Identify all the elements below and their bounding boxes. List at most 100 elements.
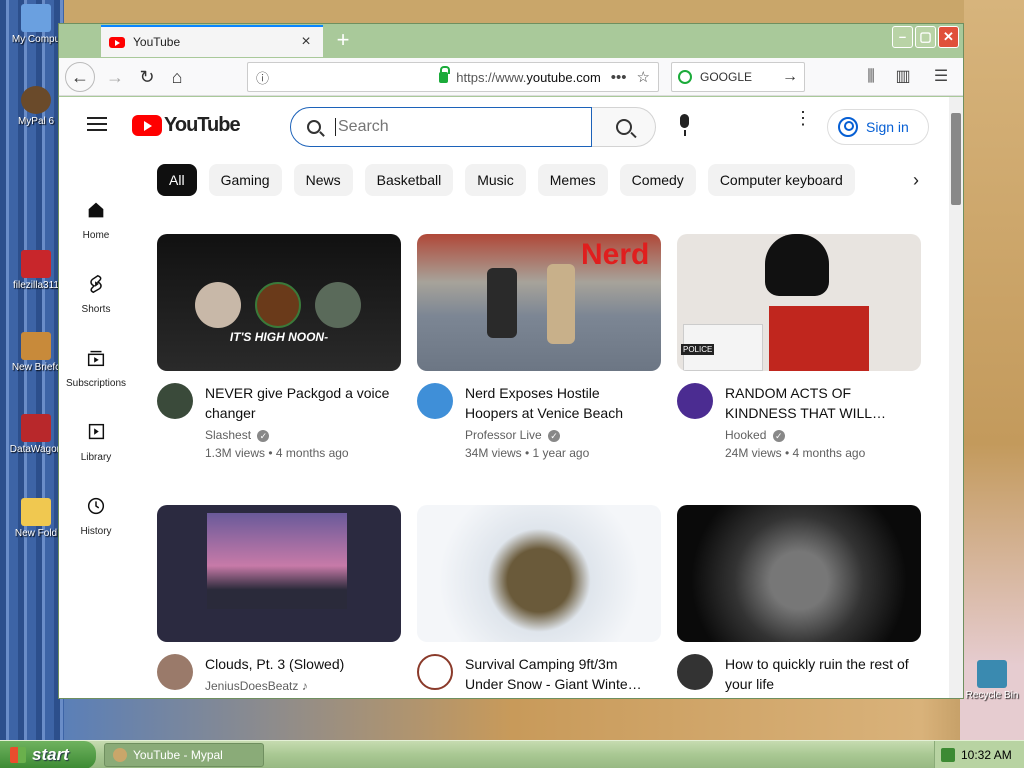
channel-name[interactable]: Professor Live ✓ [465,428,655,442]
video-title[interactable]: NEVER give Packgod a voice changer [205,383,395,423]
taskbar-item-youtube-mypal[interactable]: YouTube - Mypal [104,743,264,767]
maximize-button[interactable]: ▢ [915,26,936,48]
thumbnail-window-view [207,513,347,609]
channel-avatar[interactable] [417,654,453,690]
tab-close-icon[interactable]: × [297,33,315,51]
chip-music[interactable]: Music [465,164,526,196]
sign-in-button[interactable]: Sign in [827,109,929,145]
system-tray: 10:32 AM [934,741,1024,768]
shorts-icon [90,274,102,294]
video-title[interactable]: RANDOM ACTS OF KINDNESS THAT WILL… [725,383,915,423]
video-meta: Nerd Exposes Hostile Hoopers at Venice B… [417,383,661,460]
youtube-logo[interactable]: YouTube [132,114,241,137]
video-thumbnail[interactable]: Nerd [417,234,661,371]
close-button[interactable]: ✕ [938,26,959,48]
bookmark-star-icon[interactable]: ☆ [637,68,650,86]
video-info: RANDOM ACTS OF KINDNESS THAT WILL… Hooke… [725,383,915,460]
channel-avatar[interactable] [677,654,713,690]
site-info-icon[interactable]: ⓘ [256,68,431,87]
search-engine-label: GOOGLE [700,70,753,84]
youtube-favicon-icon [109,36,125,48]
reload-button[interactable]: ↻ [133,63,161,91]
video-card[interactable]: POLICE RANDOM ACTS OF KINDNESS THAT WILL… [677,234,921,460]
chip-computer-keyboard[interactable]: Computer keyboard [707,164,855,196]
video-meta: Survival Camping 9ft/3m Under Snow - Gia… [417,654,661,694]
page-actions-icon[interactable]: ••• [611,69,627,86]
home-button[interactable]: ⌂ [163,63,191,91]
search-icon [307,120,321,134]
video-title[interactable]: Survival Camping 9ft/3m Under Snow - Gia… [465,654,655,694]
clock[interactable]: 10:32 AM [961,748,1012,762]
music-note-icon: ♪ [301,679,308,693]
back-button[interactable]: ← [65,62,95,92]
mypal-icon [113,748,127,762]
channel-name[interactable]: JeniusDoesBeatz ♪ [205,679,395,693]
folder-icon [21,498,51,526]
microphone-icon[interactable] [673,113,697,137]
windows-flag-icon [10,747,26,763]
guide-menu-icon[interactable] [87,117,107,131]
desktop-icon-recycle-bin[interactable]: Recycle Bin [960,660,1024,701]
minimize-button[interactable]: – [892,26,913,48]
page-scrollbar[interactable] [949,97,963,698]
channel-avatar[interactable] [157,383,193,419]
video-thumbnail[interactable] [157,505,401,642]
start-button[interactable]: start [0,741,96,768]
rail-item-home[interactable]: Home [59,199,133,241]
video-card[interactable]: Survival Camping 9ft/3m Under Snow - Gia… [417,505,661,694]
scrollbar-thumb[interactable] [951,113,961,205]
video-stats: 34M views • 1 year ago [465,446,590,460]
rail-item-history[interactable]: History [59,495,133,537]
subscriptions-icon [87,350,105,367]
video-thumbnail[interactable] [677,505,921,642]
search-input[interactable] [335,118,565,136]
chip-gaming[interactable]: Gaming [208,164,282,196]
video-card[interactable]: How to quickly ruin the rest of your lif… [677,505,921,694]
video-thumbnail[interactable]: IT'S HIGH NOON- [157,234,401,371]
video-thumbnail[interactable] [417,505,661,642]
video-title[interactable]: Clouds, Pt. 3 (Slowed) [205,654,395,674]
thumbnail-face [315,282,361,328]
library-icon [88,423,105,440]
rail-item-subscriptions[interactable]: Subscriptions [59,347,133,389]
youtube-search-field[interactable] [290,107,592,147]
chip-all[interactable]: All [157,164,197,196]
chip-comedy[interactable]: Comedy [619,164,696,196]
address-bar[interactable]: ⓘ https://www.youtube.com ••• ☆ [247,62,659,92]
channel-name[interactable]: Hooked ✓ [725,428,915,442]
tab-title: YouTube [133,35,181,49]
channel-avatar[interactable] [677,383,713,419]
video-thumbnail[interactable]: POLICE [677,234,921,371]
chip-memes[interactable]: Memes [537,164,608,196]
video-title[interactable]: Nerd Exposes Hostile Hoopers at Venice B… [465,383,655,423]
library-icon[interactable]: ⫼ [857,63,885,91]
thumbnail-face [195,282,241,328]
desktop-icon-label: New Briefc [11,362,61,373]
chip-news[interactable]: News [293,164,353,196]
channel-avatar[interactable] [157,654,193,690]
navigation-toolbar: ← → ↻ ⌂ ⓘ https://www.youtube.com ••• ☆ … [59,58,963,96]
chip-basketball[interactable]: Basketball [364,164,454,196]
tray-status-icon[interactable] [941,748,955,762]
channel-avatar[interactable] [417,383,453,419]
desktop-icon-label: MyPal 6 [17,116,55,127]
more-options-icon[interactable]: ⋮ [794,109,812,135]
rail-item-shorts[interactable]: Shorts [59,273,133,315]
sidebar-icon[interactable]: ▥ [889,63,917,91]
hamburger-menu-icon[interactable]: ☰ [927,63,955,91]
rail-label: Shorts [81,304,111,315]
video-card[interactable]: Clouds, Pt. 3 (Slowed) JeniusDoesBeatz ♪ [157,505,401,693]
rail-item-library[interactable]: Library [59,421,133,463]
tab-youtube[interactable]: YouTube × [101,25,323,57]
video-title[interactable]: How to quickly ruin the rest of your lif… [725,654,915,694]
browser-search-box[interactable]: GOOGLE → [671,62,805,92]
search-go-icon[interactable]: → [782,68,798,86]
channel-name[interactable]: Slashest ✓ [205,428,395,442]
search-button[interactable] [592,107,656,147]
account-icon [838,117,858,137]
forward-button[interactable]: → [101,63,129,91]
video-card[interactable]: IT'S HIGH NOON- NEVER give Packgod a voi… [157,234,401,460]
video-card[interactable]: Nerd Nerd Exposes Hostile Hoopers at Ven… [417,234,661,460]
new-tab-button[interactable]: + [331,29,355,53]
chevron-right-icon[interactable]: › [901,165,931,195]
